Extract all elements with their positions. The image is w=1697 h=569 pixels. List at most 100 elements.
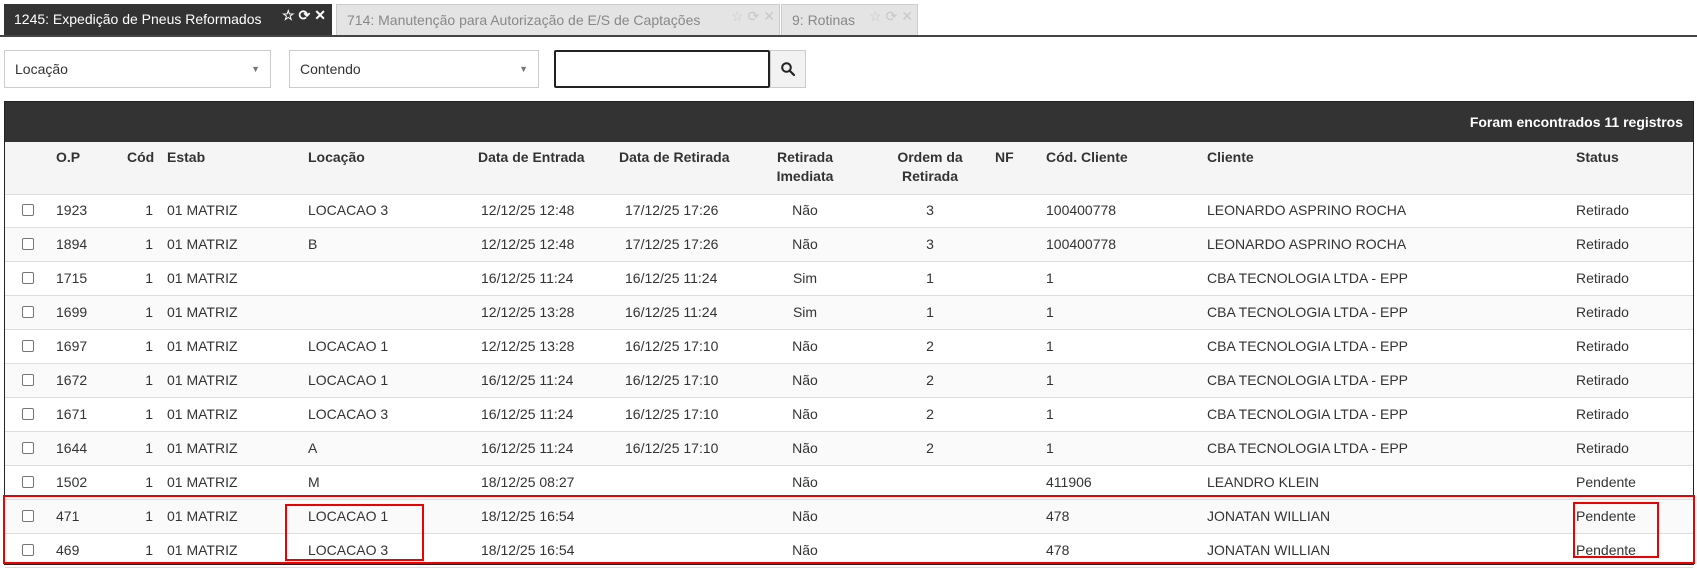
- filter-operator-select[interactable]: Contendo ▼: [289, 50, 539, 88]
- tab-label: 714: Manutenção para Autorização de E/S …: [347, 12, 701, 28]
- grid-body: 1923 1 01 MATRIZ LOCACAO 3 12/12/25 12:48 17/…: [5, 194, 1693, 568]
- row-checkbox[interactable]: [22, 306, 34, 318]
- cell-data-entrada: 18/12/25 16:54: [481, 508, 575, 524]
- refresh-icon[interactable]: ⟳: [299, 4, 311, 26]
- cell-estab: 01 MATRIZ: [167, 474, 238, 490]
- cell-op: 469: [56, 542, 80, 558]
- cell-estab: 01 MATRIZ: [167, 372, 238, 388]
- cell-cod-cliente: 1: [1046, 372, 1054, 388]
- search-input[interactable]: [554, 50, 770, 88]
- cell-cod: 1: [145, 202, 153, 218]
- refresh-icon[interactable]: ⟳: [748, 5, 760, 27]
- row-checkbox[interactable]: [22, 442, 34, 454]
- col-estab[interactable]: Estab: [167, 148, 205, 167]
- table-row[interactable]: 1697 1 01 MATRIZ LOCACAO 1 12/12/25 13:28 16/…: [5, 330, 1693, 364]
- cell-cod: 1: [145, 304, 153, 320]
- cell-cod: 1: [145, 406, 153, 422]
- table-row[interactable]: 1894 1 01 MATRIZ B 12/12/25 12:48 17/12/25 17…: [5, 228, 1693, 262]
- close-icon[interactable]: ✕: [314, 4, 326, 26]
- cell-data-retirada: 16/12/25 17:10: [625, 440, 719, 456]
- row-checkbox[interactable]: [22, 476, 34, 488]
- col-ordem-retirada[interactable]: Ordem da Retirada: [885, 148, 975, 186]
- cell-data-retirada: 17/12/25 17:26: [625, 236, 719, 252]
- cell-data-entrada: 16/12/25 11:24: [481, 270, 574, 286]
- cell-retirada-imediata: Sim: [792, 270, 818, 286]
- row-checkbox[interactable]: [22, 544, 34, 556]
- cell-cliente: CBA TECNOLOGIA LTDA - EPP: [1207, 406, 1408, 422]
- row-checkbox[interactable]: [22, 204, 34, 216]
- table-row[interactable]: 1715 1 01 MATRIZ 16/12/25 11:24 16/12/25 11:…: [5, 262, 1693, 296]
- row-checkbox[interactable]: [22, 238, 34, 250]
- cell-data-retirada: 16/12/25 17:10: [625, 406, 719, 422]
- cell-estab: 01 MATRIZ: [167, 236, 238, 252]
- chevron-down-icon: ▼: [251, 64, 260, 74]
- cell-ordem: 2: [926, 406, 934, 422]
- cell-locacao: LOCACAO 1: [308, 508, 389, 524]
- tab-manutencao-autorizacao[interactable]: 714: Manutenção para Autorização de E/S …: [336, 4, 780, 35]
- col-cod-cliente[interactable]: Cód. Cliente: [1046, 148, 1128, 167]
- tab-rotinas[interactable]: 9: Rotinas ☆ ⟳ ✕: [781, 4, 918, 35]
- cell-cliente: CBA TECNOLOGIA LTDA - EPP: [1207, 440, 1408, 456]
- cell-op: 1715: [56, 270, 88, 286]
- cell-status: Retirado: [1576, 202, 1629, 218]
- col-retirada-imediata-line2: Imediata: [776, 168, 834, 184]
- cell-locacao: A: [308, 440, 318, 456]
- star-icon[interactable]: ☆: [731, 5, 744, 27]
- table-row[interactable]: 1671 1 01 MATRIZ LOCACAO 3 16/12/25 11:24 16/…: [5, 398, 1693, 432]
- row-checkbox[interactable]: [22, 374, 34, 386]
- table-row[interactable]: 469 1 01 MATRIZ LOCACAO 3 18/12/25 16:54 Não 4…: [5, 534, 1693, 568]
- row-checkbox[interactable]: [22, 408, 34, 420]
- col-cliente[interactable]: Cliente: [1207, 148, 1254, 167]
- cell-cod-cliente: 1: [1046, 338, 1054, 354]
- col-ordem-retirada-line1: Ordem da: [897, 149, 963, 165]
- row-checkbox[interactable]: [22, 510, 34, 522]
- col-status[interactable]: Status: [1576, 148, 1619, 167]
- cell-cod: 1: [145, 372, 153, 388]
- records-count: Foram encontrados 11 registros: [1469, 114, 1683, 130]
- cell-estab: 01 MATRIZ: [167, 440, 238, 456]
- row-checkbox[interactable]: [22, 272, 34, 284]
- table-row[interactable]: 1672 1 01 MATRIZ LOCACAO 1 16/12/25 11:24 16/…: [5, 364, 1693, 398]
- row-checkbox[interactable]: [22, 340, 34, 352]
- cell-estab: 01 MATRIZ: [167, 508, 238, 524]
- search-button[interactable]: [770, 50, 806, 88]
- search-icon: [781, 62, 795, 76]
- table-row[interactable]: 1699 1 01 MATRIZ 12/12/25 13:28 16/12/25 11:…: [5, 296, 1693, 330]
- table-row[interactable]: 1923 1 01 MATRIZ LOCACAO 3 12/12/25 12:48 17/…: [5, 194, 1693, 228]
- cell-op: 1697: [56, 338, 88, 354]
- cell-cod-cliente: 411906: [1046, 474, 1092, 490]
- close-icon[interactable]: ✕: [901, 5, 913, 27]
- refresh-icon[interactable]: ⟳: [886, 5, 898, 27]
- filter-field-select[interactable]: Locação ▼: [4, 50, 271, 88]
- table-row[interactable]: 1644 1 01 MATRIZ A 16/12/25 11:24 16/12/25 17…: [5, 432, 1693, 466]
- cell-status: Pendente: [1576, 508, 1636, 524]
- cell-data-entrada: 16/12/25 11:24: [481, 406, 574, 422]
- col-retirada-imediata[interactable]: Retirada Imediata: [765, 148, 845, 186]
- table-row[interactable]: 471 1 01 MATRIZ LOCACAO 1 18/12/25 16:54 Não 4…: [5, 500, 1693, 534]
- cell-cod-cliente: 1: [1046, 406, 1054, 422]
- col-nf[interactable]: NF: [995, 148, 1014, 167]
- col-locacao[interactable]: Locação: [308, 148, 365, 167]
- cell-retirada-imediata: Não: [792, 406, 818, 422]
- cell-cod-cliente: 478: [1046, 508, 1070, 524]
- col-cod[interactable]: Cód: [127, 148, 154, 167]
- table-row[interactable]: 1502 1 01 MATRIZ M 18/12/25 08:27 Não 411906 LE…: [5, 466, 1693, 500]
- cell-op: 1699: [56, 304, 88, 320]
- cell-ordem: 2: [926, 338, 934, 354]
- cell-cod-cliente: 1: [1046, 440, 1054, 456]
- col-data-retirada[interactable]: Data de Retirada: [619, 148, 729, 167]
- cell-locacao: LOCACAO 3: [308, 406, 389, 422]
- close-icon[interactable]: ✕: [763, 5, 775, 27]
- cell-cod: 1: [145, 440, 153, 456]
- cell-locacao: M: [308, 474, 320, 490]
- star-icon[interactable]: ☆: [869, 5, 882, 27]
- col-data-entrada[interactable]: Data de Entrada: [478, 148, 585, 167]
- col-op[interactable]: O.P: [56, 148, 80, 167]
- cell-locacao: B: [308, 236, 318, 252]
- cell-op: 1644: [56, 440, 88, 456]
- tab-expedicao-pneus[interactable]: 1245: Expedição de Pneus Reformados ☆ ⟳ ✕: [4, 4, 332, 35]
- star-icon[interactable]: ☆: [282, 4, 295, 26]
- cell-data-entrada: 18/12/25 08:27: [481, 474, 575, 490]
- cell-data-entrada: 16/12/25 11:24: [481, 440, 574, 456]
- cell-ordem: 2: [926, 372, 934, 388]
